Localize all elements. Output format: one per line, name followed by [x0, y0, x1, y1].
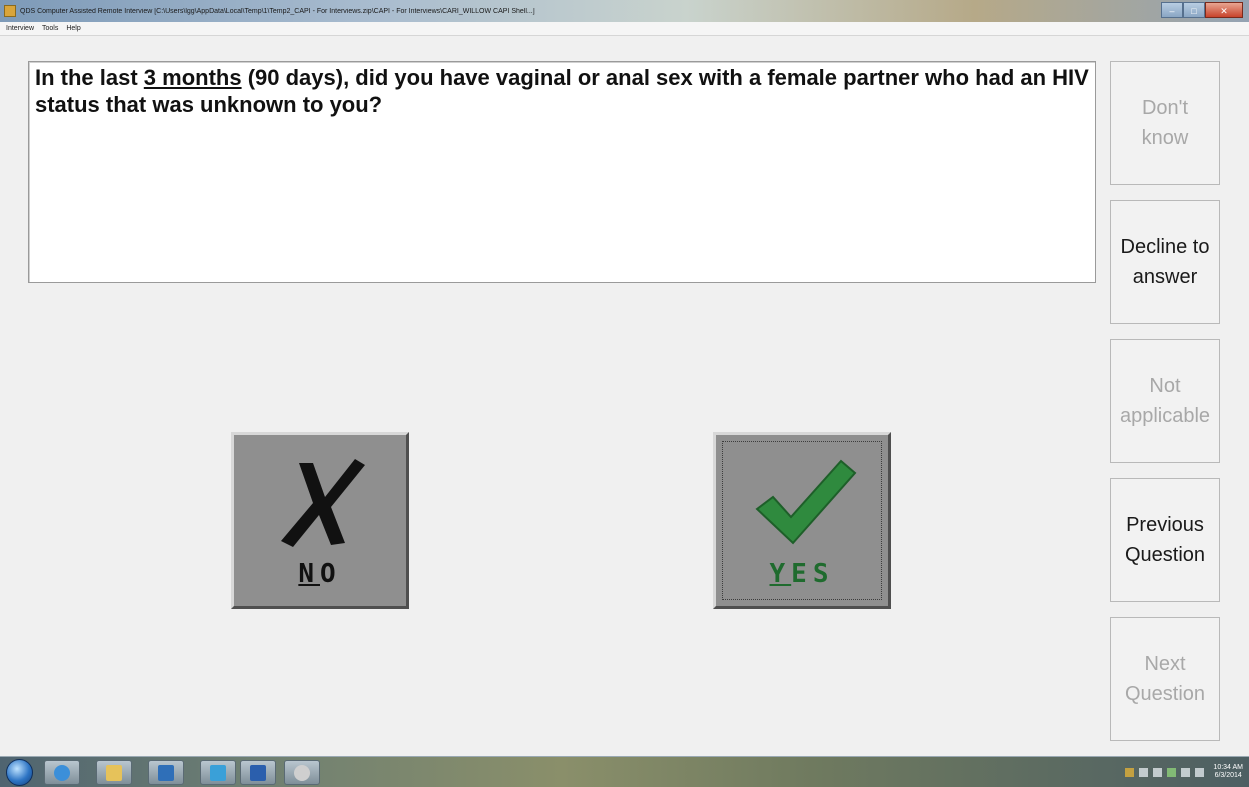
menu-tools[interactable]: Tools — [42, 25, 58, 32]
no-button[interactable]: NO — [231, 432, 409, 609]
x-mark-icon — [281, 459, 365, 547]
window-title: QDS Computer Assisted Remote Interview [… — [20, 7, 535, 15]
tray-sync-icon[interactable] — [1181, 767, 1191, 777]
minimize-button[interactable]: – — [1161, 2, 1183, 18]
interview-panel: In the last 3 months (90 days), did you … — [8, 36, 1242, 756]
clock-date: 6/3/2014 — [1214, 772, 1242, 779]
question-text: In the last 3 months (90 days), did you … — [35, 64, 1089, 118]
system-tray: 10:34 AM 6/3/2014 — [1125, 764, 1243, 780]
tray-battery-icon[interactable] — [1153, 767, 1163, 777]
decline-to-answer-button[interactable]: Decline to answer — [1110, 200, 1220, 324]
yes-hotkey: Y — [769, 559, 792, 589]
clock[interactable]: 10:34 AM 6/3/2014 — [1213, 764, 1243, 780]
lync-icon[interactable] — [200, 760, 236, 785]
dont-know-button[interactable]: Don't know — [1110, 61, 1220, 185]
menu-help[interactable]: Help — [66, 25, 80, 32]
not-applicable-button[interactable]: Not applicable — [1110, 339, 1220, 463]
start-button[interactable] — [6, 759, 33, 786]
question-prefix: In the last — [35, 65, 144, 90]
tray-flag-icon[interactable] — [1125, 767, 1135, 777]
yes-label-rest: ES — [791, 559, 835, 589]
tray-app-icon[interactable] — [1139, 767, 1149, 777]
no-label: NO — [234, 559, 406, 589]
menu-interview[interactable]: Interview — [6, 25, 34, 32]
window-controls: – □ ✕ — [1161, 2, 1243, 18]
next-question-button[interactable]: Next Question — [1110, 617, 1220, 741]
internet-explorer-icon[interactable] — [44, 760, 80, 785]
question-box: In the last 3 months (90 days), did you … — [28, 61, 1096, 283]
yes-button[interactable]: YES — [713, 432, 891, 609]
maximize-button[interactable]: □ — [1183, 2, 1205, 18]
question-emphasis: 3 months — [143, 65, 242, 90]
no-hotkey: N — [298, 559, 320, 589]
file-explorer-icon[interactable] — [96, 760, 132, 785]
yes-label: YES — [716, 559, 888, 589]
no-label-rest: O — [320, 559, 342, 589]
checkmark-icon — [755, 459, 857, 545]
app-icon — [4, 5, 16, 17]
word-icon[interactable] — [240, 760, 276, 785]
previous-question-button[interactable]: Previous Question — [1110, 478, 1220, 602]
window-title-bar[interactable]: QDS Computer Assisted Remote Interview [… — [0, 0, 1249, 22]
menu-bar: Interview Tools Help — [0, 22, 1249, 36]
app-taskbar-icon[interactable] — [284, 760, 320, 785]
tray-volume-icon[interactable] — [1195, 767, 1205, 777]
close-button[interactable]: ✕ — [1205, 2, 1243, 18]
tray-network-icon[interactable] — [1167, 767, 1177, 777]
clock-time: 10:34 AM — [1213, 764, 1243, 771]
outlook-icon[interactable] — [148, 760, 184, 785]
taskbar: 10:34 AM 6/3/2014 — [0, 756, 1249, 787]
